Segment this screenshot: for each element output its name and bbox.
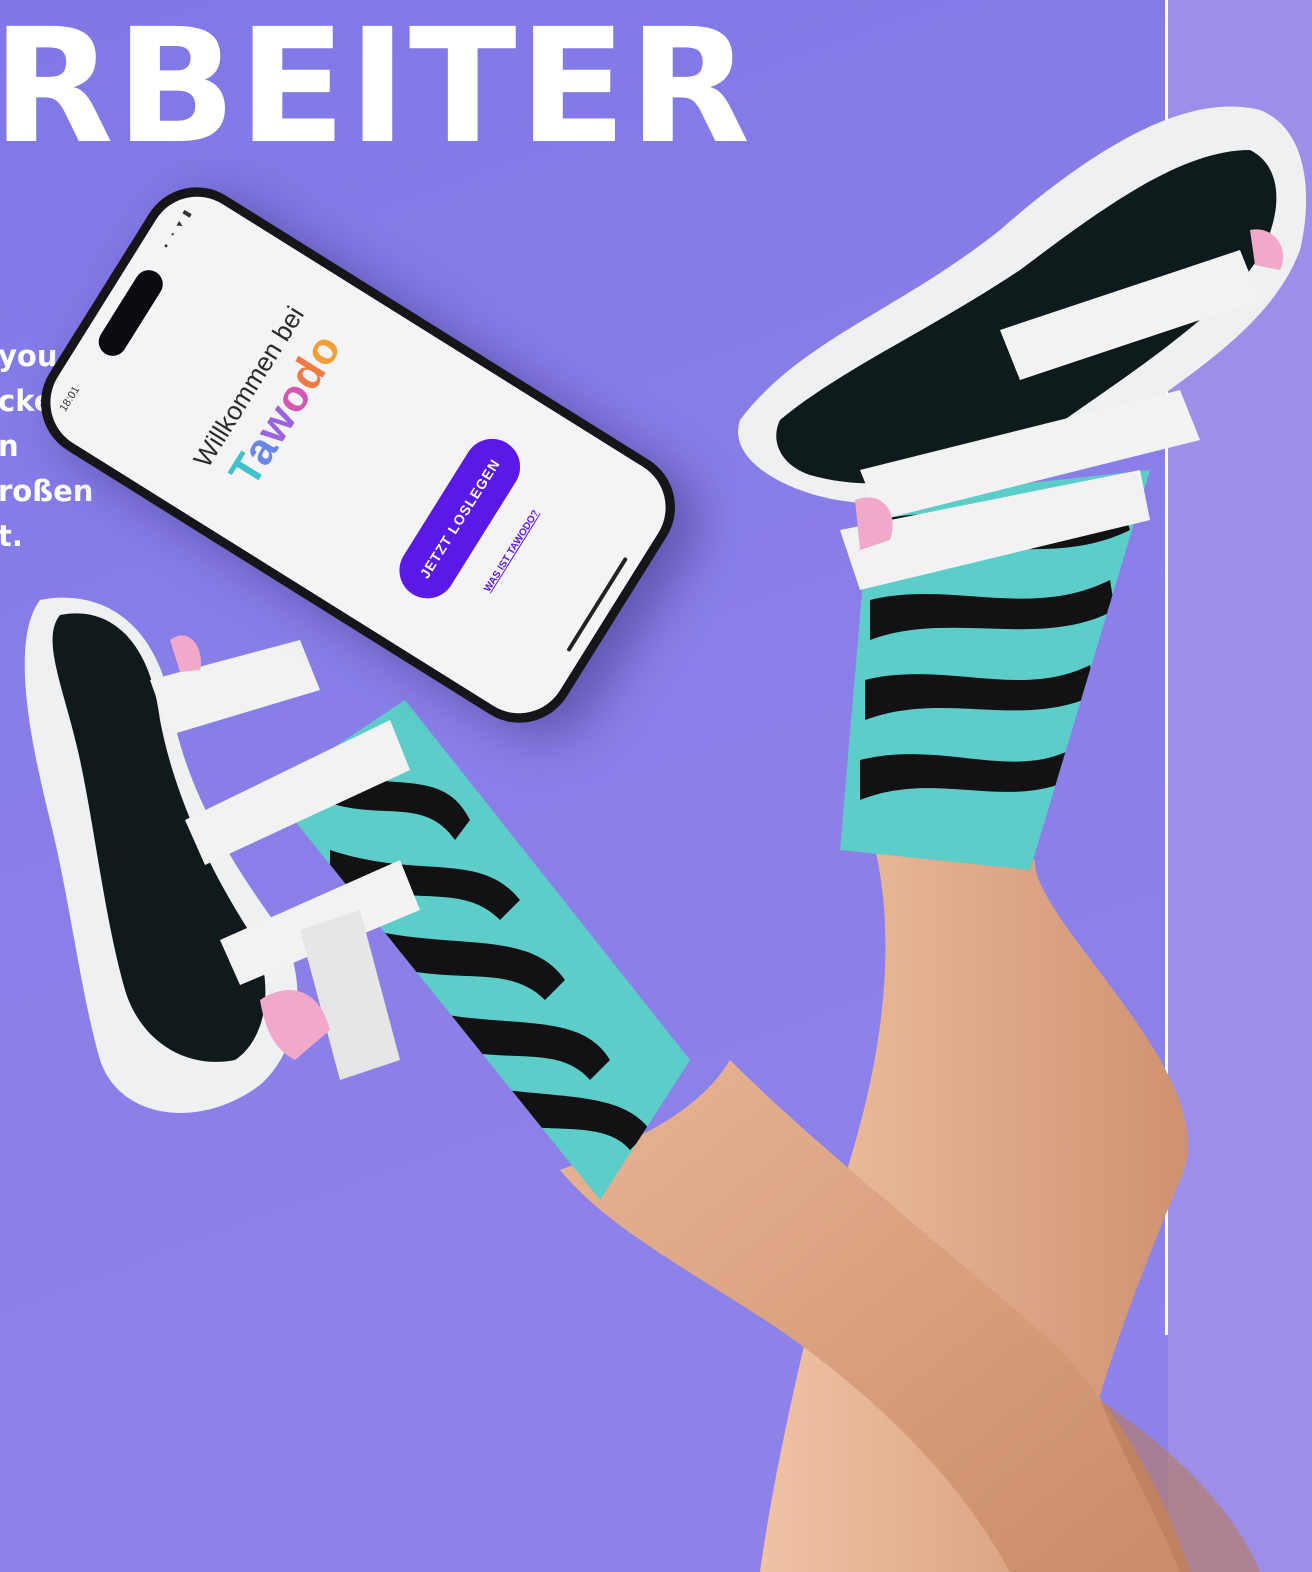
- status-time: 18:01: [57, 384, 83, 414]
- right-shoe: [738, 106, 1307, 590]
- status-icons: • ◔ ▾ ▮: [160, 206, 195, 251]
- start-button[interactable]: JETZT LOSLEGEN: [388, 428, 531, 609]
- hero-scene: RBEITER you ckelt, n roßen t.: [0, 0, 1312, 1572]
